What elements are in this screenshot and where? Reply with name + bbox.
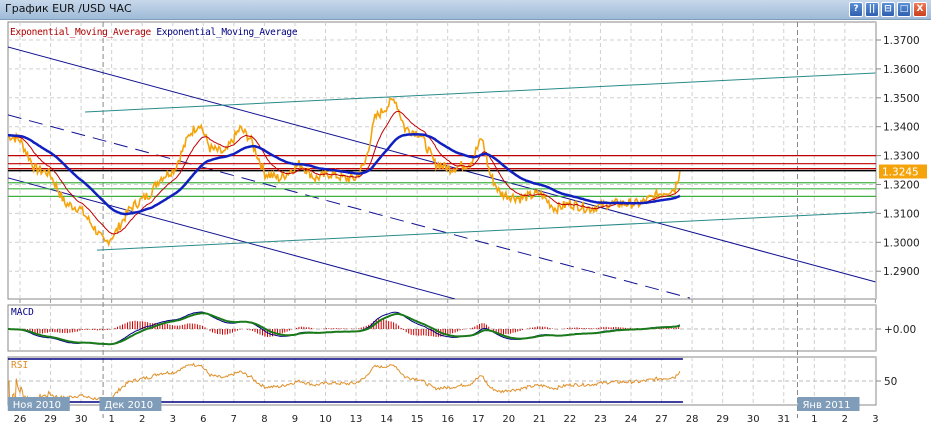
x-tick-label: 9: [292, 414, 298, 425]
x-tick-label: 24: [625, 414, 638, 425]
x-tick-label: 30: [75, 414, 88, 425]
macd-tick-label: +0.00: [884, 324, 916, 336]
rsi-label: RSI: [11, 360, 28, 371]
x-tick-label: 10: [319, 414, 332, 425]
x-tick-label: 2: [842, 414, 848, 425]
x-tick-label: 6: [200, 414, 206, 425]
month-tag-label: Ноя 2010: [13, 400, 61, 411]
x-tick-label: 28: [686, 414, 699, 425]
x-tick-label: 29: [716, 414, 729, 425]
x-tick-label: 21: [533, 414, 546, 425]
x-tick-label: 3: [872, 414, 878, 425]
indicator-legend: Exponential_Moving_Average Exponential_M…: [10, 27, 298, 38]
x-tick-label: 15: [411, 414, 424, 425]
y-tick-label: 1.3400: [883, 122, 920, 134]
x-tick-label: 16: [441, 414, 454, 425]
x-tick-label: 22: [564, 414, 577, 425]
macd-label: MACD: [11, 307, 34, 318]
y-tick-label: 1.2900: [883, 266, 920, 278]
y-tick-label: 1.3700: [883, 35, 920, 47]
month-tag-label: Дек 2010: [104, 400, 153, 411]
month-tag-label: Янв 2011: [802, 400, 850, 411]
x-tick-label: 31: [777, 414, 790, 425]
x-tick-label: 29: [44, 414, 57, 425]
x-tick-label: 2: [139, 414, 145, 425]
y-tick-label: 1.3500: [883, 93, 920, 105]
y-tick-label: 1.3000: [883, 237, 920, 249]
x-tick-label: 26: [14, 414, 27, 425]
y-tick-label: 1.3200: [883, 180, 920, 192]
x-tick-label: 13: [350, 414, 363, 425]
legend-ema-fast[interactable]: Exponential_Moving_Average: [10, 27, 151, 38]
x-tick-label: 23: [594, 414, 607, 425]
price-chart[interactable]: 26 29 30 1 2 3 6 7 8 9 10 13 14 15 16 17 20 21 22 23 24 27 28 2…: [0, 0, 931, 437]
legend-ema-slow[interactable]: Exponential_Moving_Average: [156, 27, 297, 38]
x-tick-label: 8: [261, 414, 267, 425]
x-tick-label: 1: [108, 414, 114, 425]
x-tick-label: 7: [231, 414, 237, 425]
x-tick-label: 1: [811, 414, 817, 425]
x-tick-label: 14: [380, 414, 393, 425]
macd-panel: [7, 304, 877, 352]
x-tick-label: 20: [502, 414, 515, 425]
x-tick-label: 3: [170, 414, 176, 425]
y-tick-label: 1.3300: [883, 151, 920, 163]
current-price-label: 1.3245: [882, 166, 919, 178]
x-tick-label: 30: [747, 414, 760, 425]
y-tick-label: 1.3100: [883, 208, 920, 220]
x-tick-label: 27: [655, 414, 668, 425]
y-tick-label: 1.3600: [883, 64, 920, 76]
rsi-tick-label: 50: [884, 376, 897, 388]
x-tick-label: 17: [472, 414, 485, 425]
main-panel: [7, 21, 877, 300]
